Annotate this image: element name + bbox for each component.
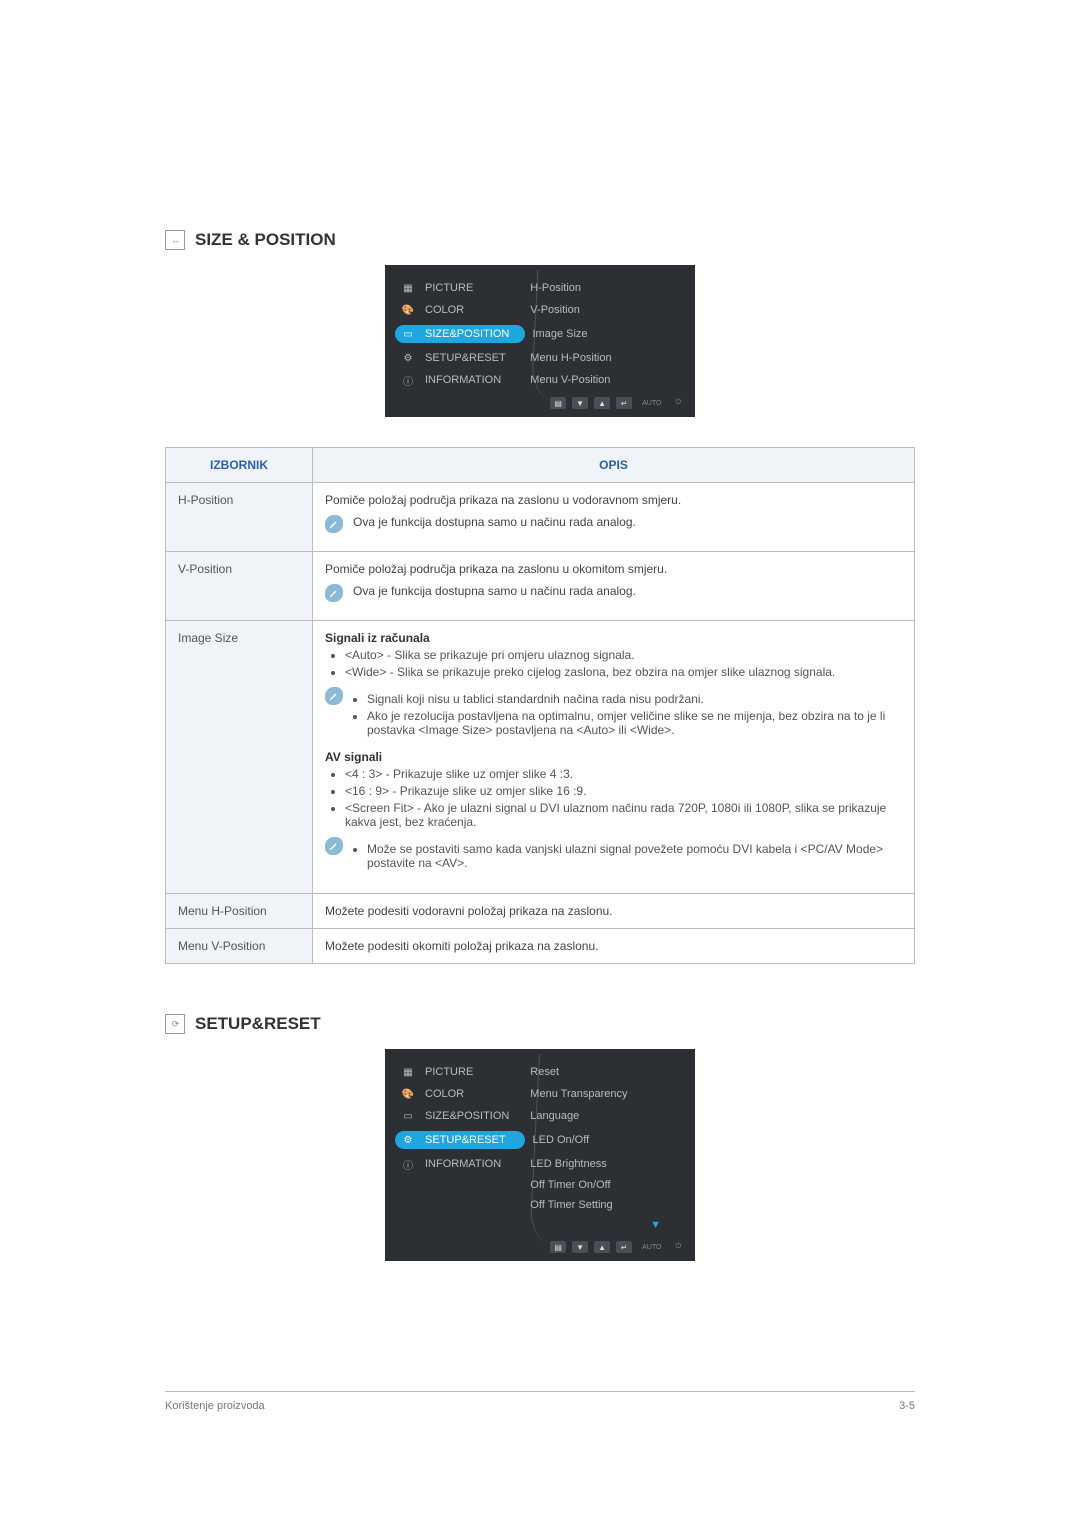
osd-btn-menu: ▤: [550, 397, 566, 409]
osd-left-item: SIZE&POSITION: [425, 1110, 509, 1122]
row-name: V-Position: [166, 552, 313, 621]
gear-icon: ⚙: [399, 351, 417, 365]
row-name: Menu H-Position: [166, 894, 313, 929]
section-heading-sizepos: ↔ SIZE & POSITION: [165, 230, 915, 250]
osd-right-item: Menu Transparency: [522, 1088, 681, 1100]
subhead: AV signali: [325, 750, 382, 764]
osd-btn-up: ▲: [594, 397, 610, 409]
picture-icon: ▦: [399, 281, 417, 295]
table-row: Image Size Signali iz računala <Auto> - …: [166, 621, 915, 894]
row-name: Menu V-Position: [166, 929, 313, 964]
color-icon: 🎨: [399, 1087, 417, 1101]
row-name: Image Size: [166, 621, 313, 894]
list-item: Signali koji nisu u tablici standardnih …: [367, 692, 902, 706]
row-note: Ova je funkcija dostupna samo u načinu r…: [353, 515, 636, 529]
section-title: SIZE & POSITION: [195, 230, 336, 250]
list-item: Ako je rezolucija postavljena na optimal…: [367, 709, 902, 737]
setup-reset-icon: ⟳: [165, 1014, 185, 1034]
table-row: H-Position Pomiče položaj područja prika…: [166, 483, 915, 552]
osd-right-item: Menu H-Position: [522, 352, 681, 364]
osd-right-item: LED Brightness: [522, 1158, 681, 1170]
osd-btn-up: ▲: [594, 1241, 610, 1253]
osd-right-item: Reset: [522, 1066, 681, 1078]
osd-right-item: Off Timer Setting: [522, 1199, 681, 1211]
table-row: Menu V-Position Možete podesiti okomiti …: [166, 929, 915, 964]
list-item: Može se postaviti samo kada vanjski ulaz…: [367, 842, 902, 870]
color-icon: 🎨: [399, 303, 417, 317]
list-item: <4 : 3> - Prikazuje slike uz omjer slike…: [345, 767, 902, 781]
list-item: <16 : 9> - Prikazuje slike uz omjer slik…: [345, 784, 902, 798]
gear-icon: ⚙: [399, 1133, 417, 1147]
footer-left: Korištenje proizvoda: [165, 1400, 265, 1412]
osd-btn-enter: ↵: [616, 1241, 632, 1253]
osd-btn-down: ▼: [572, 1241, 588, 1253]
info-icon: ⓘ: [399, 373, 417, 387]
picture-icon: ▦: [399, 1065, 417, 1079]
table-head-desc: OPIS: [313, 448, 915, 483]
osd-btn-power: ⏻: [671, 397, 685, 409]
osd-right-item: Image Size: [525, 328, 682, 340]
note-icon: [325, 515, 343, 533]
size-position-icon: ↔: [165, 230, 185, 250]
section-title: SETUP&RESET: [195, 1014, 321, 1034]
row-desc: Pomiče položaj područja prikaza na zaslo…: [325, 493, 902, 507]
osd-btn-auto: AUTO: [638, 397, 665, 409]
row-desc: Možete podesiti okomiti položaj prikaza …: [313, 929, 915, 964]
subhead: Signali iz računala: [325, 631, 430, 645]
osd-panel-sizepos: ▦ PICTURE H-Position 🎨 COLOR V-Position ▭ S…: [385, 265, 695, 417]
osd-btn-menu: ▤: [550, 1241, 566, 1253]
section-heading-setupreset: ⟳ SETUP&RESET: [165, 1014, 915, 1034]
osd-left-item: PICTURE: [425, 282, 473, 294]
footer-right: 3-5: [899, 1400, 915, 1412]
osd-right-item: V-Position: [522, 304, 681, 316]
osd-right-item: Off Timer On/Off: [522, 1179, 681, 1191]
osd-btn-power: ⏻: [671, 1241, 685, 1253]
osd-right-item: Menu V-Position: [522, 374, 681, 386]
list-item: <Screen Fit> - Ako je ulazni signal u DV…: [345, 801, 902, 829]
row-note: Ova je funkcija dostupna samo u načinu r…: [353, 584, 636, 598]
table-row: Menu H-Position Možete podesiti vodoravn…: [166, 894, 915, 929]
chevron-down-icon: ▼: [513, 1219, 681, 1231]
osd-panel-setupreset: ▦PICTURE Reset 🎨COLOR Menu Transparency …: [385, 1049, 695, 1261]
list-item: <Auto> - Slika se prikazuje pri omjeru u…: [345, 648, 902, 662]
osd-left-item: SIZE&POSITION: [425, 328, 509, 340]
note-icon: [325, 687, 343, 705]
osd-right-item: LED On/Off: [525, 1134, 682, 1146]
osd-btn-down: ▼: [572, 397, 588, 409]
osd-left-item: INFORMATION: [425, 1158, 501, 1170]
osd-left-item: SETUP&RESET: [425, 1134, 506, 1146]
row-name: H-Position: [166, 483, 313, 552]
osd-left-item: INFORMATION: [425, 374, 501, 386]
osd-left-item: COLOR: [425, 1088, 464, 1100]
list-item: <Wide> - Slika se prikazuje preko cijelo…: [345, 665, 902, 679]
row-desc: Pomiče položaj područja prikaza na zaslo…: [325, 562, 902, 576]
osd-right-item: H-Position: [522, 282, 681, 294]
osd-right-item: Language: [522, 1110, 681, 1122]
osd-left-item: PICTURE: [425, 1066, 473, 1078]
page-footer: Korištenje proizvoda 3-5: [165, 1391, 915, 1412]
row-desc: Možete podesiti vodoravni položaj prikaz…: [313, 894, 915, 929]
sizepos-icon: ▭: [399, 327, 417, 341]
osd-left-item: COLOR: [425, 304, 464, 316]
osd-left-item: SETUP&RESET: [425, 352, 506, 364]
osd-btn-enter: ↵: [616, 397, 632, 409]
table-head-menu: IZBORNIK: [166, 448, 313, 483]
note-icon: [325, 837, 343, 855]
sizepos-icon: ▭: [399, 1109, 417, 1123]
table-row: V-Position Pomiče položaj područja prika…: [166, 552, 915, 621]
note-icon: [325, 584, 343, 602]
info-icon: ⓘ: [399, 1157, 417, 1171]
size-position-table: IZBORNIK OPIS H-Position Pomiče položaj …: [165, 447, 915, 964]
osd-btn-auto: AUTO: [638, 1241, 665, 1253]
